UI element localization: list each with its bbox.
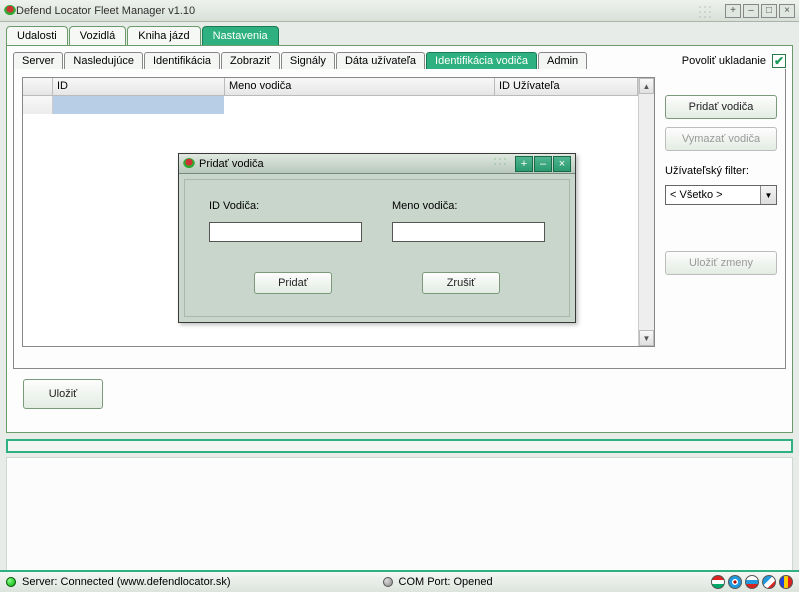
tab-vozidla[interactable]: Vozidlá xyxy=(69,26,126,45)
subtab-zobrazit[interactable]: Zobraziť xyxy=(221,52,280,69)
col-name[interactable]: Meno vodiča xyxy=(225,78,495,95)
sub-tabs: Server Nasledujúce Identifikácia Zobrazi… xyxy=(13,52,786,69)
subtab-admin[interactable]: Admin xyxy=(538,52,587,69)
save-button[interactable]: Uložiť xyxy=(23,379,103,409)
dialog-cancel-button[interactable]: Zrušiť xyxy=(422,272,500,294)
app-icon xyxy=(183,158,195,170)
dialog-titlebar[interactable]: Pridať vodiča + – × xyxy=(179,154,575,174)
table-row[interactable] xyxy=(23,96,638,114)
driver-name-label: Meno vodiča: xyxy=(392,200,545,212)
horizontal-splitter[interactable] xyxy=(6,439,793,453)
tab-udalosti[interactable]: Udalosti xyxy=(6,26,68,45)
com-status-led-icon xyxy=(383,577,393,587)
dialog-close-button[interactable]: × xyxy=(553,156,571,172)
log-panel xyxy=(6,457,793,575)
minimize-button[interactable]: – xyxy=(743,4,759,18)
subtab-identifikacia[interactable]: Identifikácia xyxy=(144,52,220,69)
tab-kniha-jazd[interactable]: Kniha jázd xyxy=(127,26,200,45)
language-flags xyxy=(711,575,793,589)
driver-name-input[interactable] xyxy=(392,222,545,242)
save-changes-button[interactable]: Uložiť zmeny xyxy=(665,251,777,275)
side-panel: Pridať vodiča Vymazať vodiča Užívateľský… xyxy=(665,77,777,360)
flag-cz-icon[interactable] xyxy=(762,575,776,589)
com-status-text: COM Port: Opened xyxy=(399,576,493,588)
driver-id-input[interactable] xyxy=(209,222,362,242)
col-id[interactable]: ID xyxy=(53,78,225,95)
subtab-identifikacia-vodica[interactable]: Identifikácia vodiča xyxy=(426,52,537,69)
add-driver-button[interactable]: Pridať vodiča xyxy=(665,95,777,119)
allow-save-label: Povoliť ukladanie xyxy=(682,55,766,67)
flag-ro-icon[interactable] xyxy=(779,575,793,589)
scroll-up-icon[interactable]: ▲ xyxy=(639,78,654,94)
subtab-nasledujuce[interactable]: Nasledujúce xyxy=(64,52,143,69)
window-title: Defend Locator Fleet Manager v1.10 xyxy=(16,5,697,17)
flag-sk-icon[interactable] xyxy=(745,575,759,589)
user-filter-select[interactable]: < Všetko > ▼ xyxy=(665,185,777,205)
add-driver-dialog: Pridať vodiča + – × ID Vodiča: Meno vodi… xyxy=(178,153,576,323)
window-titlebar: Defend Locator Fleet Manager v1.10 + – □… xyxy=(0,0,799,22)
grip-dots-icon xyxy=(697,4,723,18)
expand-button[interactable]: + xyxy=(725,4,741,18)
tab-nastavenia[interactable]: Nastavenia xyxy=(202,26,279,45)
subtab-data-uzivatela[interactable]: Dáta užívateľa xyxy=(336,52,425,69)
chevron-down-icon[interactable]: ▼ xyxy=(760,186,776,204)
subtab-server[interactable]: Server xyxy=(13,52,63,69)
maximize-button[interactable]: □ xyxy=(761,4,777,18)
user-filter-value: < Všetko > xyxy=(666,189,760,201)
user-filter-label: Užívateľský filter: xyxy=(665,165,777,177)
grip-dots-icon xyxy=(492,156,514,170)
dialog-title: Pridať vodiča xyxy=(199,158,492,170)
main-tabs: Udalosti Vozidlá Kniha jázd Nastavenia xyxy=(0,22,799,45)
window-controls: + – □ × xyxy=(697,4,795,18)
driver-id-label: ID Vodiča: xyxy=(209,200,362,212)
server-status-led-icon xyxy=(6,577,16,587)
flag-hu-icon[interactable] xyxy=(711,575,725,589)
delete-driver-button[interactable]: Vymazať vodiča xyxy=(665,127,777,151)
dialog-expand-button[interactable]: + xyxy=(515,156,533,172)
allow-save-checkbox[interactable]: ✔ xyxy=(772,54,786,68)
col-selector[interactable] xyxy=(23,78,53,95)
flag-en-icon[interactable] xyxy=(728,575,742,589)
scroll-down-icon[interactable]: ▼ xyxy=(639,330,654,346)
col-user-id[interactable]: ID Užívateľa xyxy=(495,78,638,95)
vertical-scrollbar[interactable]: ▲ ▼ xyxy=(638,78,654,346)
close-button[interactable]: × xyxy=(779,4,795,18)
subtab-signaly[interactable]: Signály xyxy=(281,52,335,69)
dialog-minimize-button[interactable]: – xyxy=(534,156,552,172)
dialog-add-button[interactable]: Pridať xyxy=(254,272,332,294)
status-bar: Server: Connected (www.defendlocator.sk)… xyxy=(0,570,799,592)
app-icon xyxy=(4,5,16,17)
server-status-text: Server: Connected (www.defendlocator.sk) xyxy=(22,576,231,588)
table-header: ID Meno vodiča ID Užívateľa xyxy=(23,78,638,96)
